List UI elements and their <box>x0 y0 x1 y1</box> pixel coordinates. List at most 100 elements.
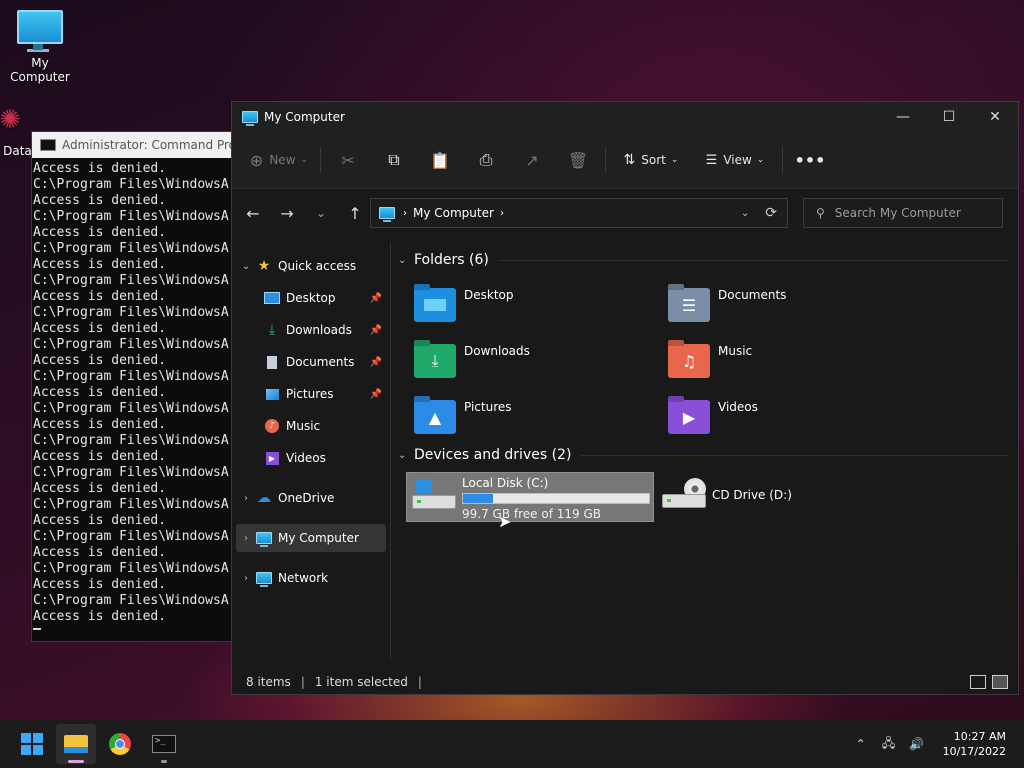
sidebar-item-network[interactable]: › Network <box>236 564 386 592</box>
sidebar-item-desktop[interactable]: Desktop 📌 <box>264 284 386 312</box>
content-pane: ⌄ Folders (6) Desktop ☰ Documents ⤓ Down… <box>398 242 1010 660</box>
drive-d-tile[interactable]: CD Drive (D:) <box>662 472 792 508</box>
new-label: New <box>269 153 296 167</box>
command-bar: ⊕ New ⌄ ✂ ⧉ 📋 ⎙ ↗ 🗑 ⇅ Sort ⌄ ☰ View ⌄ ••… <box>232 132 1018 189</box>
view-button[interactable]: ☰ View ⌄ <box>692 144 778 176</box>
sidebar-item-onedrive[interactable]: › ☁ OneDrive <box>236 484 386 512</box>
chevron-down-icon[interactable]: ⌄ <box>741 208 749 219</box>
volume-icon[interactable]: 🔊 <box>903 737 931 751</box>
pictures-folder-icon: ▲ <box>414 400 456 434</box>
my-computer-icon <box>379 207 395 222</box>
refresh-icon[interactable]: ⟳ <box>765 205 777 221</box>
desktop-icon-my-computer[interactable]: My Computer <box>0 10 80 84</box>
drive-usage-fill <box>463 494 494 503</box>
taskbar-command-prompt[interactable]: >_ <box>144 724 184 764</box>
clock-time: 10:27 AM <box>953 730 1006 743</box>
taskbar-chrome[interactable] <box>100 724 140 764</box>
sort-button[interactable]: ⇅ Sort ⌄ <box>610 144 692 176</box>
plus-icon: ⊕ <box>249 150 264 170</box>
drive-c-tile[interactable]: Local Disk (C:) 99.7 GB free of 119 GB <box>406 472 654 522</box>
chevron-right-icon: › <box>244 492 248 504</box>
divider <box>782 147 783 173</box>
maximize-button[interactable]: ☐ <box>926 102 972 132</box>
network-icon[interactable]: 🖧 <box>875 734 903 755</box>
share-button[interactable]: ↗ <box>509 144 555 176</box>
divider <box>605 147 606 173</box>
terminal-icon: >_ <box>152 735 176 753</box>
cmd-output-line: C:\Program Files\WindowsA <box>33 241 229 256</box>
chevron-right-icon: › <box>244 572 248 584</box>
sidebar-item-quick-access[interactable]: ⌄ ★ Quick access <box>236 252 386 280</box>
cmd-output-line: Access is denied. <box>33 385 167 400</box>
folder-name: Downloads <box>464 344 530 358</box>
cmd-output-line: Access is denied. <box>33 321 167 336</box>
details-view-button[interactable] <box>970 675 986 689</box>
clipboard-icon: 📋 <box>430 150 450 170</box>
tiles-view-button[interactable] <box>992 675 1008 689</box>
cut-button[interactable]: ✂ <box>325 144 371 176</box>
windows-logo-icon <box>21 733 43 755</box>
mouse-cursor-icon: ➤ <box>498 512 512 531</box>
minimize-button[interactable]: — <box>880 102 926 132</box>
explorer-titlebar[interactable]: My Computer — ☐ ✕ <box>232 102 1018 132</box>
cmd-output-line: C:\Program Files\WindowsA <box>33 433 229 448</box>
folder-music[interactable]: ♫ Music <box>668 344 752 378</box>
chevron-down-icon: ⌄ <box>398 449 407 461</box>
chevron-down-icon: ⌄ <box>315 206 327 220</box>
copy-button[interactable]: ⧉ <box>371 144 417 176</box>
drives-group-header[interactable]: ⌄ Devices and drives (2) <box>398 447 1008 463</box>
sort-icon: ⇅ <box>623 152 636 168</box>
chevron-up-icon[interactable]: ⌃ <box>847 737 875 751</box>
folder-name: Music <box>718 344 753 358</box>
sidebar-label: Quick access <box>278 259 357 273</box>
rename-button[interactable]: ⎙ <box>463 144 509 176</box>
up-button[interactable]: ↑ <box>338 204 372 223</box>
cmd-titlebar[interactable]: Administrator: Command Prompt <box>32 132 242 158</box>
cmd-output-line: Access is denied. <box>33 289 167 304</box>
sidebar-item-my-computer[interactable]: › My Computer <box>236 524 386 552</box>
folder-documents[interactable]: ☰ Documents <box>668 288 786 322</box>
clock[interactable]: 10:27 AM 10/17/2022 <box>943 729 1006 759</box>
sidebar-label: Desktop <box>286 291 336 305</box>
address-bar[interactable]: › My Computer › ⌄ ⟳ <box>370 198 788 228</box>
sidebar-item-downloads[interactable]: ⤓ Downloads 📌 <box>264 316 386 344</box>
sidebar-item-pictures[interactable]: Pictures 📌 <box>264 380 386 408</box>
sidebar-item-videos[interactable]: ▶ Videos <box>264 444 386 472</box>
search-box[interactable]: ⚲ Search My Computer <box>803 198 1003 228</box>
folder-desktop[interactable]: Desktop <box>414 288 514 322</box>
desktop-icon <box>264 291 280 305</box>
downloads-folder-icon: ⤓ <box>414 344 456 378</box>
forward-button[interactable]: → <box>270 204 304 223</box>
cmd-output-line: C:\Program Files\WindowsA <box>33 273 229 288</box>
drive-free-space: 99.7 GB free of 119 GB <box>462 507 601 521</box>
divider: | <box>300 675 305 689</box>
breadcrumb-my-computer[interactable]: My Computer <box>413 206 494 220</box>
start-button[interactable] <box>12 724 52 764</box>
command-prompt-window[interactable]: Administrator: Command Prompt Access is … <box>31 131 243 642</box>
cmd-output-line: Access is denied. <box>33 225 167 240</box>
new-button[interactable]: ⊕ New ⌄ <box>242 144 316 176</box>
sidebar-label: Network <box>278 571 329 585</box>
back-button[interactable]: ← <box>236 204 270 223</box>
arrow-left-icon: ← <box>246 203 260 223</box>
folder-pictures[interactable]: ▲ Pictures <box>414 400 512 434</box>
rename-icon: ⎙ <box>479 150 493 169</box>
view-icon: ☰ <box>705 152 718 168</box>
folder-downloads[interactable]: ⤓ Downloads <box>414 344 530 378</box>
taskbar-file-explorer[interactable] <box>56 724 96 764</box>
search-icon: ⚲ <box>816 206 825 220</box>
paste-button[interactable]: 📋 <box>417 144 463 176</box>
download-icon: ⤓ <box>268 322 276 338</box>
folders-group-header[interactable]: ⌄ Folders (6) <box>398 252 1008 268</box>
cmd-output-line: C:\Program Files\WindowsA <box>33 529 229 544</box>
status-bar: 8 items | 1 item selected | <box>232 670 1016 694</box>
system-tray: ⌃ 🖧 🔊 10:27 AM 10/17/2022 <box>847 720 1024 768</box>
cmd-output-line: C:\Program Files\WindowsA <box>33 369 229 384</box>
sidebar-item-documents[interactable]: Documents 📌 <box>264 348 386 376</box>
recent-locations-button[interactable]: ⌄ <box>304 206 338 220</box>
delete-button[interactable]: 🗑 <box>555 144 601 176</box>
close-button[interactable]: ✕ <box>972 102 1018 132</box>
more-options-button[interactable]: ••• <box>787 144 833 176</box>
folder-videos[interactable]: ▶ Videos <box>668 400 758 434</box>
sidebar-item-music[interactable]: ♪ Music <box>264 412 386 440</box>
